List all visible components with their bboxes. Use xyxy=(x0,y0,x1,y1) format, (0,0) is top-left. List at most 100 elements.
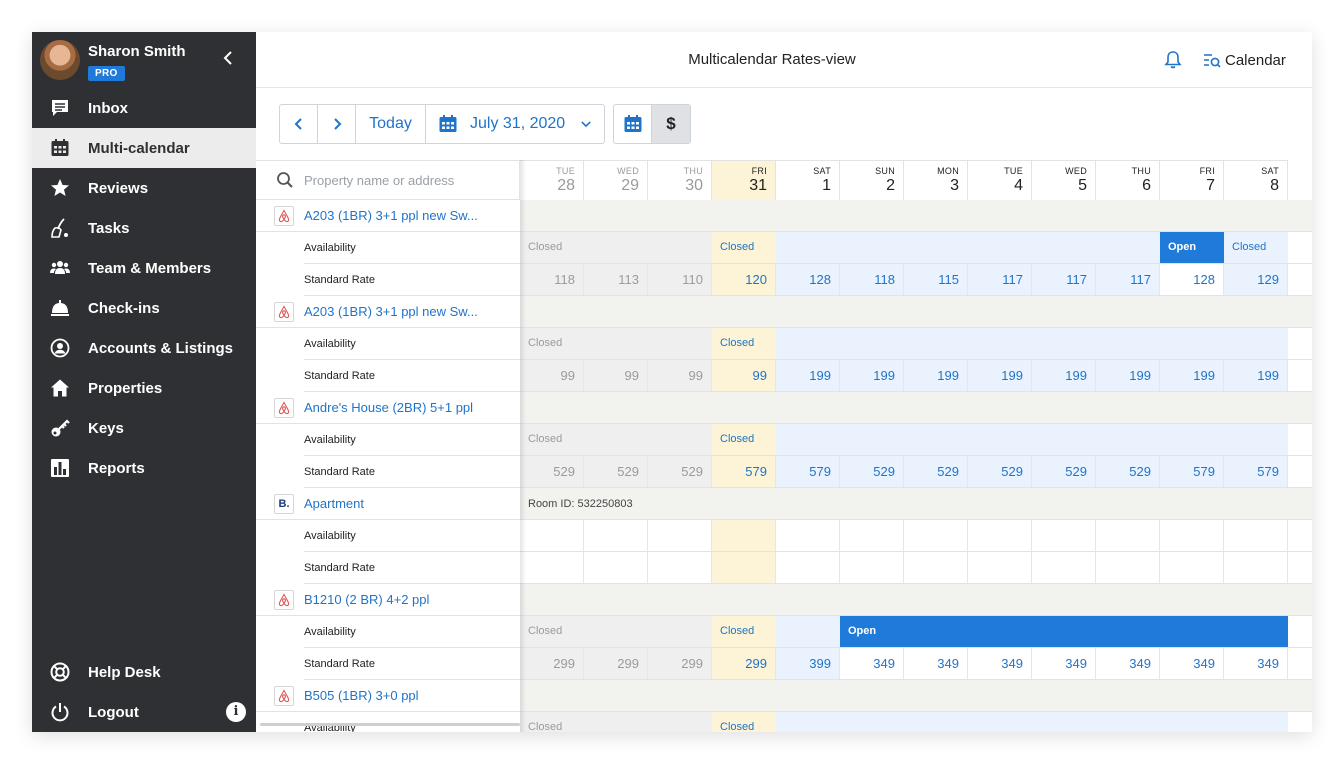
user-profile[interactable]: Sharon Smith PRO xyxy=(32,32,256,88)
calendar-view-link[interactable]: Calendar xyxy=(1203,50,1286,70)
property-name-row[interactable]: B505 (1BR) 3+0 ppl xyxy=(256,680,520,712)
rate-cell[interactable]: 579 xyxy=(776,456,840,487)
rate-cell[interactable] xyxy=(904,552,968,583)
availability-cell[interactable] xyxy=(1160,520,1224,551)
availability-cell[interactable] xyxy=(968,520,1032,551)
availability-segment[interactable]: Closed xyxy=(712,424,776,455)
sidebar-item-team-members[interactable]: Team & Members xyxy=(32,248,256,288)
property-name-row[interactable]: A203 (1BR) 3+1 ppl new Sw... xyxy=(256,296,520,328)
availability-segment[interactable]: Open xyxy=(1160,232,1224,263)
rate-cell[interactable] xyxy=(1096,552,1160,583)
search-input[interactable] xyxy=(304,172,504,188)
sidebar-item-tasks[interactable]: Tasks xyxy=(32,208,256,248)
calendar-mode-button[interactable] xyxy=(614,105,652,143)
sidebar-item-inbox[interactable]: Inbox xyxy=(32,88,256,128)
availability-cell[interactable] xyxy=(1224,520,1288,551)
sidebar-item-check-ins[interactable]: Check-ins xyxy=(32,288,256,328)
availability-cell[interactable] xyxy=(648,520,712,551)
sidebar-item-logout[interactable]: Logout i xyxy=(32,692,256,732)
rate-cell[interactable]: 579 xyxy=(1160,456,1224,487)
rate-cell[interactable]: 129 xyxy=(1224,264,1288,295)
property-name[interactable]: Andre's House (2BR) 5+1 ppl xyxy=(304,400,473,415)
rate-cell[interactable]: 199 xyxy=(776,360,840,391)
property-name-row[interactable]: B1210 (2 BR) 4+2 ppl xyxy=(256,584,520,616)
sidebar-item-reports[interactable]: Reports xyxy=(32,448,256,488)
rate-cell[interactable] xyxy=(520,552,584,583)
availability-segment[interactable]: Closed xyxy=(520,328,712,359)
rate-cell[interactable]: 529 xyxy=(520,456,584,487)
sidebar-item-multi-calendar[interactable]: Multi-calendar xyxy=(32,128,256,168)
availability-segment[interactable]: Closed xyxy=(712,328,776,359)
rate-cell[interactable]: 299 xyxy=(584,648,648,679)
rate-cell[interactable]: 349 xyxy=(1160,648,1224,679)
availability-cell[interactable] xyxy=(840,520,904,551)
rate-cell[interactable]: 299 xyxy=(648,648,712,679)
availability-segment[interactable]: Closed xyxy=(520,712,712,732)
availability-cell[interactable] xyxy=(520,520,584,551)
availability-cell[interactable] xyxy=(776,520,840,551)
rate-cell[interactable] xyxy=(1224,552,1288,583)
rate-cell[interactable]: 118 xyxy=(520,264,584,295)
rate-cell[interactable] xyxy=(1160,552,1224,583)
today-button[interactable]: Today xyxy=(356,105,426,143)
rate-cell[interactable]: 128 xyxy=(1160,264,1224,295)
rate-cell[interactable]: 349 xyxy=(1032,648,1096,679)
rate-cell[interactable]: 349 xyxy=(968,648,1032,679)
rate-cell[interactable]: 118 xyxy=(840,264,904,295)
rate-cell[interactable]: 299 xyxy=(712,648,776,679)
rates-mode-button[interactable]: $ xyxy=(652,105,690,143)
sidebar-item-keys[interactable]: Keys xyxy=(32,408,256,448)
property-name[interactable]: B505 (1BR) 3+0 ppl xyxy=(304,688,419,703)
rate-cell[interactable] xyxy=(1032,552,1096,583)
rate-cell[interactable] xyxy=(648,552,712,583)
rate-cell[interactable]: 113 xyxy=(584,264,648,295)
rate-cell[interactable] xyxy=(840,552,904,583)
availability-cell[interactable] xyxy=(1032,520,1096,551)
next-period-button[interactable] xyxy=(318,105,356,143)
availability-segment[interactable] xyxy=(776,712,1288,732)
availability-cell[interactable] xyxy=(1096,520,1160,551)
sidebar-item-help-desk[interactable]: Help Desk xyxy=(32,652,256,692)
rate-cell[interactable]: 529 xyxy=(840,456,904,487)
rate-cell[interactable]: 199 xyxy=(840,360,904,391)
property-name[interactable]: B1210 (2 BR) 4+2 ppl xyxy=(304,592,429,607)
property-name[interactable]: A203 (1BR) 3+1 ppl new Sw... xyxy=(304,208,478,223)
availability-segment[interactable]: Closed xyxy=(712,712,776,732)
availability-segment[interactable]: Closed xyxy=(1224,232,1288,263)
rate-cell[interactable]: 529 xyxy=(1032,456,1096,487)
prev-period-button[interactable] xyxy=(280,105,318,143)
rate-cell[interactable]: 199 xyxy=(1160,360,1224,391)
availability-cell[interactable] xyxy=(904,520,968,551)
availability-segment[interactable]: Closed xyxy=(520,424,712,455)
sidebar-item-reviews[interactable]: Reviews xyxy=(32,168,256,208)
availability-segment[interactable] xyxy=(776,616,840,647)
availability-segment[interactable] xyxy=(776,328,1288,359)
horizontal-scrollbar[interactable] xyxy=(260,723,520,726)
rate-cell[interactable] xyxy=(776,552,840,583)
availability-segment[interactable]: Open xyxy=(840,616,1288,647)
notifications-button[interactable] xyxy=(1163,50,1183,70)
rate-cell[interactable]: 117 xyxy=(968,264,1032,295)
availability-segment[interactable] xyxy=(776,424,1288,455)
availability-cell[interactable] xyxy=(584,520,648,551)
rate-cell[interactable]: 529 xyxy=(904,456,968,487)
property-name-row[interactable]: A203 (1BR) 3+1 ppl new Sw... xyxy=(256,200,520,232)
collapse-sidebar-button[interactable] xyxy=(220,50,236,70)
date-picker[interactable]: July 31, 2020 xyxy=(426,105,604,143)
rate-cell[interactable]: 99 xyxy=(520,360,584,391)
rate-cell[interactable]: 128 xyxy=(776,264,840,295)
sidebar-item-properties[interactable]: Properties xyxy=(32,368,256,408)
rate-cell[interactable]: 199 xyxy=(1096,360,1160,391)
rate-cell[interactable]: 199 xyxy=(1224,360,1288,391)
avatar[interactable] xyxy=(40,40,80,80)
rate-cell[interactable]: 199 xyxy=(904,360,968,391)
rate-cell[interactable]: 99 xyxy=(584,360,648,391)
availability-segment[interactable]: Closed xyxy=(712,232,776,263)
rate-cell[interactable]: 99 xyxy=(712,360,776,391)
rate-cell[interactable]: 120 xyxy=(712,264,776,295)
rate-cell[interactable]: 117 xyxy=(1032,264,1096,295)
property-name-row[interactable]: B. Apartment xyxy=(256,488,520,520)
rate-cell[interactable]: 529 xyxy=(648,456,712,487)
availability-segment[interactable]: Closed xyxy=(520,616,712,647)
rate-cell[interactable] xyxy=(712,552,776,583)
